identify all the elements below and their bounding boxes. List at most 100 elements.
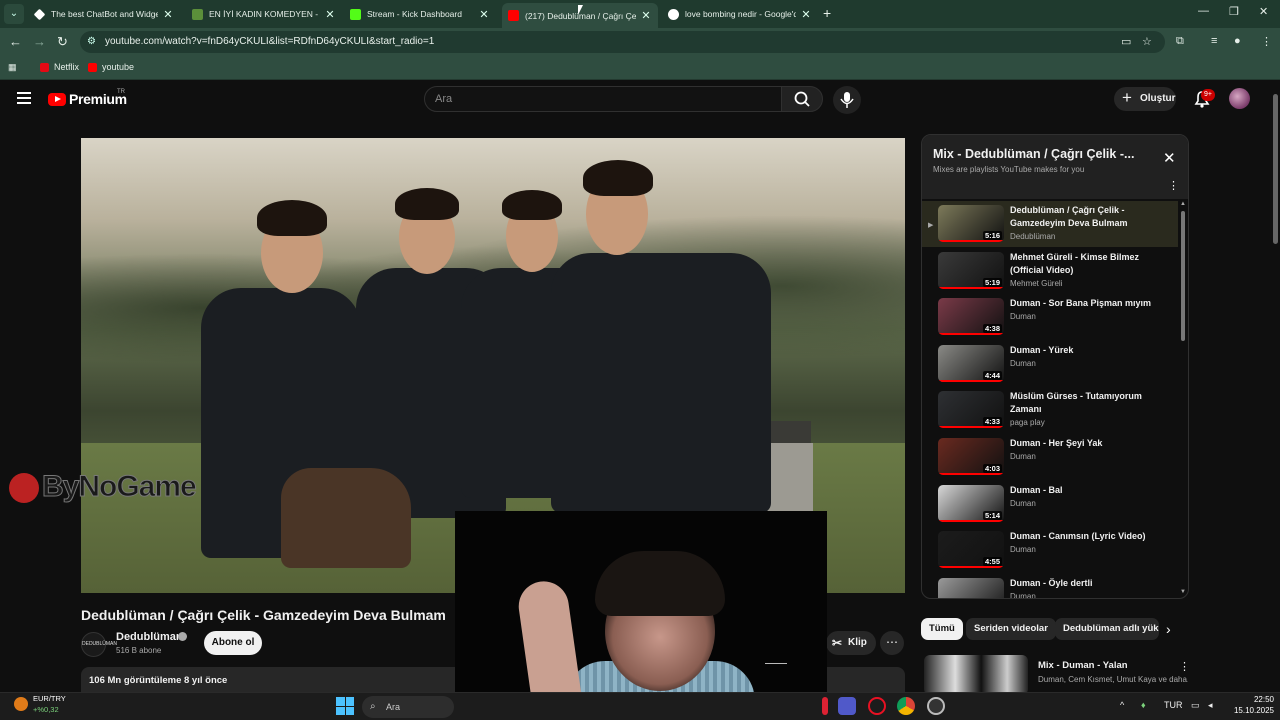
clock[interactable]: 22:50 15.10.2025 [1228, 694, 1274, 716]
search-button[interactable] [781, 86, 823, 112]
playlist-item-thumbnail[interactable]: 5:14 [938, 484, 1004, 522]
subscribe-button[interactable]: Abone ol [204, 631, 262, 655]
close-icon[interactable]: ✕ [324, 8, 336, 21]
bookmark-youtube[interactable]: youtube [88, 62, 134, 72]
playlist-item[interactable]: 5:19 Mehmet Güreli - Kimse Bilmez (Offici… [922, 248, 1178, 294]
playlist-item[interactable]: 5:14 Duman - Bal Duman [922, 481, 1178, 527]
playlist-item[interactable]: 5:00 Duman - Öyle dertliDuman [922, 574, 1178, 598]
obs-icon[interactable] [927, 697, 945, 715]
playlist-item-title[interactable]: Duman - Öyle dertli [1010, 577, 1160, 590]
opera-icon[interactable] [868, 697, 886, 715]
bookmark-star-icon[interactable]: ☆ [1142, 35, 1152, 48]
language-indicator[interactable]: TUR [1164, 700, 1183, 710]
chip-series[interactable]: Seriden videolar [966, 618, 1056, 640]
scroll-up-icon[interactable]: ▲ [1180, 201, 1186, 207]
browser-tab-chatbot[interactable]: The best ChatBot and Widgets ✕ [28, 3, 180, 25]
playlist-scroll-thumb[interactable] [1181, 211, 1185, 341]
forward-arrow-icon[interactable]: → [33, 34, 46, 49]
site-info-icon[interactable]: ⚙ [87, 36, 96, 47]
search-input[interactable] [435, 93, 765, 105]
playlist-item[interactable]: ▶ 5:16 Dedublüman / Çağrı Çelik - Gamzedey… [922, 201, 1178, 247]
page-scroll-thumb[interactable] [1273, 94, 1278, 244]
close-icon[interactable]: ✕ [1163, 149, 1176, 167]
playlist-item[interactable]: 4:55 Duman - Canımsın (Lyric Video) Duman [922, 527, 1178, 573]
recommendation-title[interactable]: Mix - Duman - Yalan [1038, 660, 1128, 671]
playlist-item-thumbnail[interactable]: 4:33 [938, 391, 1004, 429]
playlist-title[interactable]: Mix - Dedublüman / Çağrı Çelik -... [933, 147, 1134, 161]
tray-chevron-up-icon[interactable]: ^ [1120, 700, 1124, 710]
recommendation-thumbnail[interactable] [924, 655, 1028, 695]
playlist-item[interactable]: 4:33 Müslüm Gürses - Tutamıyorum Zamanı pa… [922, 387, 1178, 433]
browser-menu-icon[interactable]: ⋮ [1261, 35, 1272, 48]
new-tab-button[interactable]: + [823, 5, 831, 21]
volume-icon[interactable]: ◂ [1208, 700, 1213, 711]
restore-icon[interactable]: ❐ [1229, 5, 1239, 18]
chrome-icon[interactable] [897, 697, 915, 715]
reload-icon[interactable]: ↻ [57, 34, 68, 50]
browser-tab-kick[interactable]: Stream - Kick Dashboard ✕ [344, 3, 496, 25]
playlist-item-title[interactable]: Müslüm Gürses - Tutamıyorum Zamanı [1010, 390, 1160, 416]
playlist-item[interactable]: 4:44 Duman - Yürek Duman [922, 341, 1178, 387]
media-controls-icon[interactable]: ≡ [1211, 35, 1217, 47]
playlist-item-thumbnail[interactable]: 4:55 [938, 531, 1004, 569]
window-close-icon[interactable]: ✕ [1259, 5, 1268, 18]
channel-avatar[interactable]: DEDUBLÜMAN [81, 632, 117, 657]
address-bar[interactable]: ⚙ youtube.com/watch?v=fnD64yCKULI&list=R… [80, 31, 1165, 53]
playlist-item-title[interactable]: Duman - Sor Bana Pişman mıyım [1010, 297, 1160, 310]
playlist-item-title[interactable]: Duman - Bal [1010, 484, 1160, 497]
playlist-scrollbar[interactable]: ▲ ▼ [1179, 201, 1187, 597]
chip-channel-uploads[interactable]: Dedublüman adlı yükl [1055, 618, 1159, 640]
chevron-right-icon[interactable]: › [1166, 621, 1171, 637]
app-icon[interactable] [822, 697, 828, 715]
playlist-item-thumbnail[interactable]: 5:16 [938, 205, 1004, 242]
playlist-item-title[interactable]: Duman - Canımsın (Lyric Video) [1010, 530, 1160, 543]
clip-button[interactable]: ✂ Klip [826, 631, 876, 655]
recommendation-item[interactable]: Mix - Duman - Yalan Duman, Cem Kısmet, U… [921, 655, 1190, 695]
close-icon[interactable]: ✕ [640, 9, 652, 22]
create-button[interactable]: + Oluştur [1114, 87, 1176, 111]
profile-icon[interactable]: ● [1234, 35, 1241, 47]
taskbar-search[interactable]: ⌕ Ara [362, 696, 454, 718]
page-scrollbar[interactable] [1270, 80, 1280, 692]
apps-grid-icon[interactable]: ▦ [8, 62, 17, 73]
chip-all[interactable]: Tümü [921, 618, 963, 640]
browser-tab-google[interactable]: love bombing nedir - Google'd ✕ [662, 3, 818, 25]
playlist-menu-icon[interactable]: ⋮ [1168, 179, 1179, 192]
account-avatar[interactable] [1229, 88, 1250, 109]
playlist-item[interactable]: 4:03 Duman - Her Şeyi Yak Duman [922, 434, 1178, 480]
youtube-logo-icon[interactable] [48, 93, 66, 106]
channel-name[interactable]: Dedublüman [116, 631, 183, 643]
voice-search-button[interactable] [833, 86, 861, 114]
playlist-item-title[interactable]: Mehmet Güreli - Kimse Bilmez (Official V… [1010, 251, 1160, 277]
playlist-item-thumbnail[interactable]: 4:38 [938, 298, 1004, 336]
back-arrow-icon[interactable]: ← [9, 34, 22, 49]
more-actions-button[interactable]: ⋯ [880, 631, 904, 655]
teams-icon[interactable] [838, 697, 856, 715]
playlist-item-title[interactable]: Dedublüman / Çağrı Çelik - Gamzedeyim De… [1010, 204, 1160, 230]
playlist-item-thumbnail[interactable]: 5:19 [938, 251, 1004, 289]
playlist-item-thumbnail[interactable]: 4:44 [938, 344, 1004, 382]
close-icon[interactable]: ✕ [478, 8, 490, 21]
extensions-icon[interactable]: ⧉ [1176, 35, 1184, 48]
bookmark-netflix[interactable]: Netflix [40, 62, 79, 72]
tab-search-button[interactable]: ⌄ [4, 4, 24, 24]
playlist-item[interactable]: 4:38 Duman - Sor Bana Pişman mıyım Duman [922, 294, 1178, 340]
microphone-tray-icon[interactable]: ♦ [1141, 700, 1146, 710]
cast-icon[interactable]: ▭ [1121, 35, 1131, 48]
scroll-down-icon[interactable]: ▼ [1180, 589, 1186, 595]
recommendation-menu-icon[interactable]: ⋮ [1179, 660, 1190, 673]
close-icon[interactable]: ✕ [800, 8, 812, 21]
duration-badge: 4:44 [982, 370, 1002, 380]
minimize-icon[interactable]: — [1198, 5, 1209, 17]
browser-tab-komedyen[interactable]: EN İYİ KADIN KOMEDYEN - Qu ✕ [186, 3, 342, 25]
widgets-icon[interactable] [14, 697, 28, 711]
currency-pair[interactable]: EUR/TRY [33, 694, 66, 703]
playlist-item-title[interactable]: Duman - Yürek [1010, 344, 1160, 357]
playlist-item-thumbnail[interactable]: 5:00 [938, 577, 1004, 598]
playlist-item-thumbnail[interactable]: 4:03 [938, 438, 1004, 475]
windows-start-icon[interactable] [336, 697, 354, 715]
playlist-item-title[interactable]: Duman - Her Şeyi Yak [1010, 437, 1160, 450]
network-icon[interactable]: ▭ [1191, 700, 1200, 711]
close-icon[interactable]: ✕ [162, 8, 174, 21]
menu-hamburger-icon[interactable] [17, 92, 31, 104]
